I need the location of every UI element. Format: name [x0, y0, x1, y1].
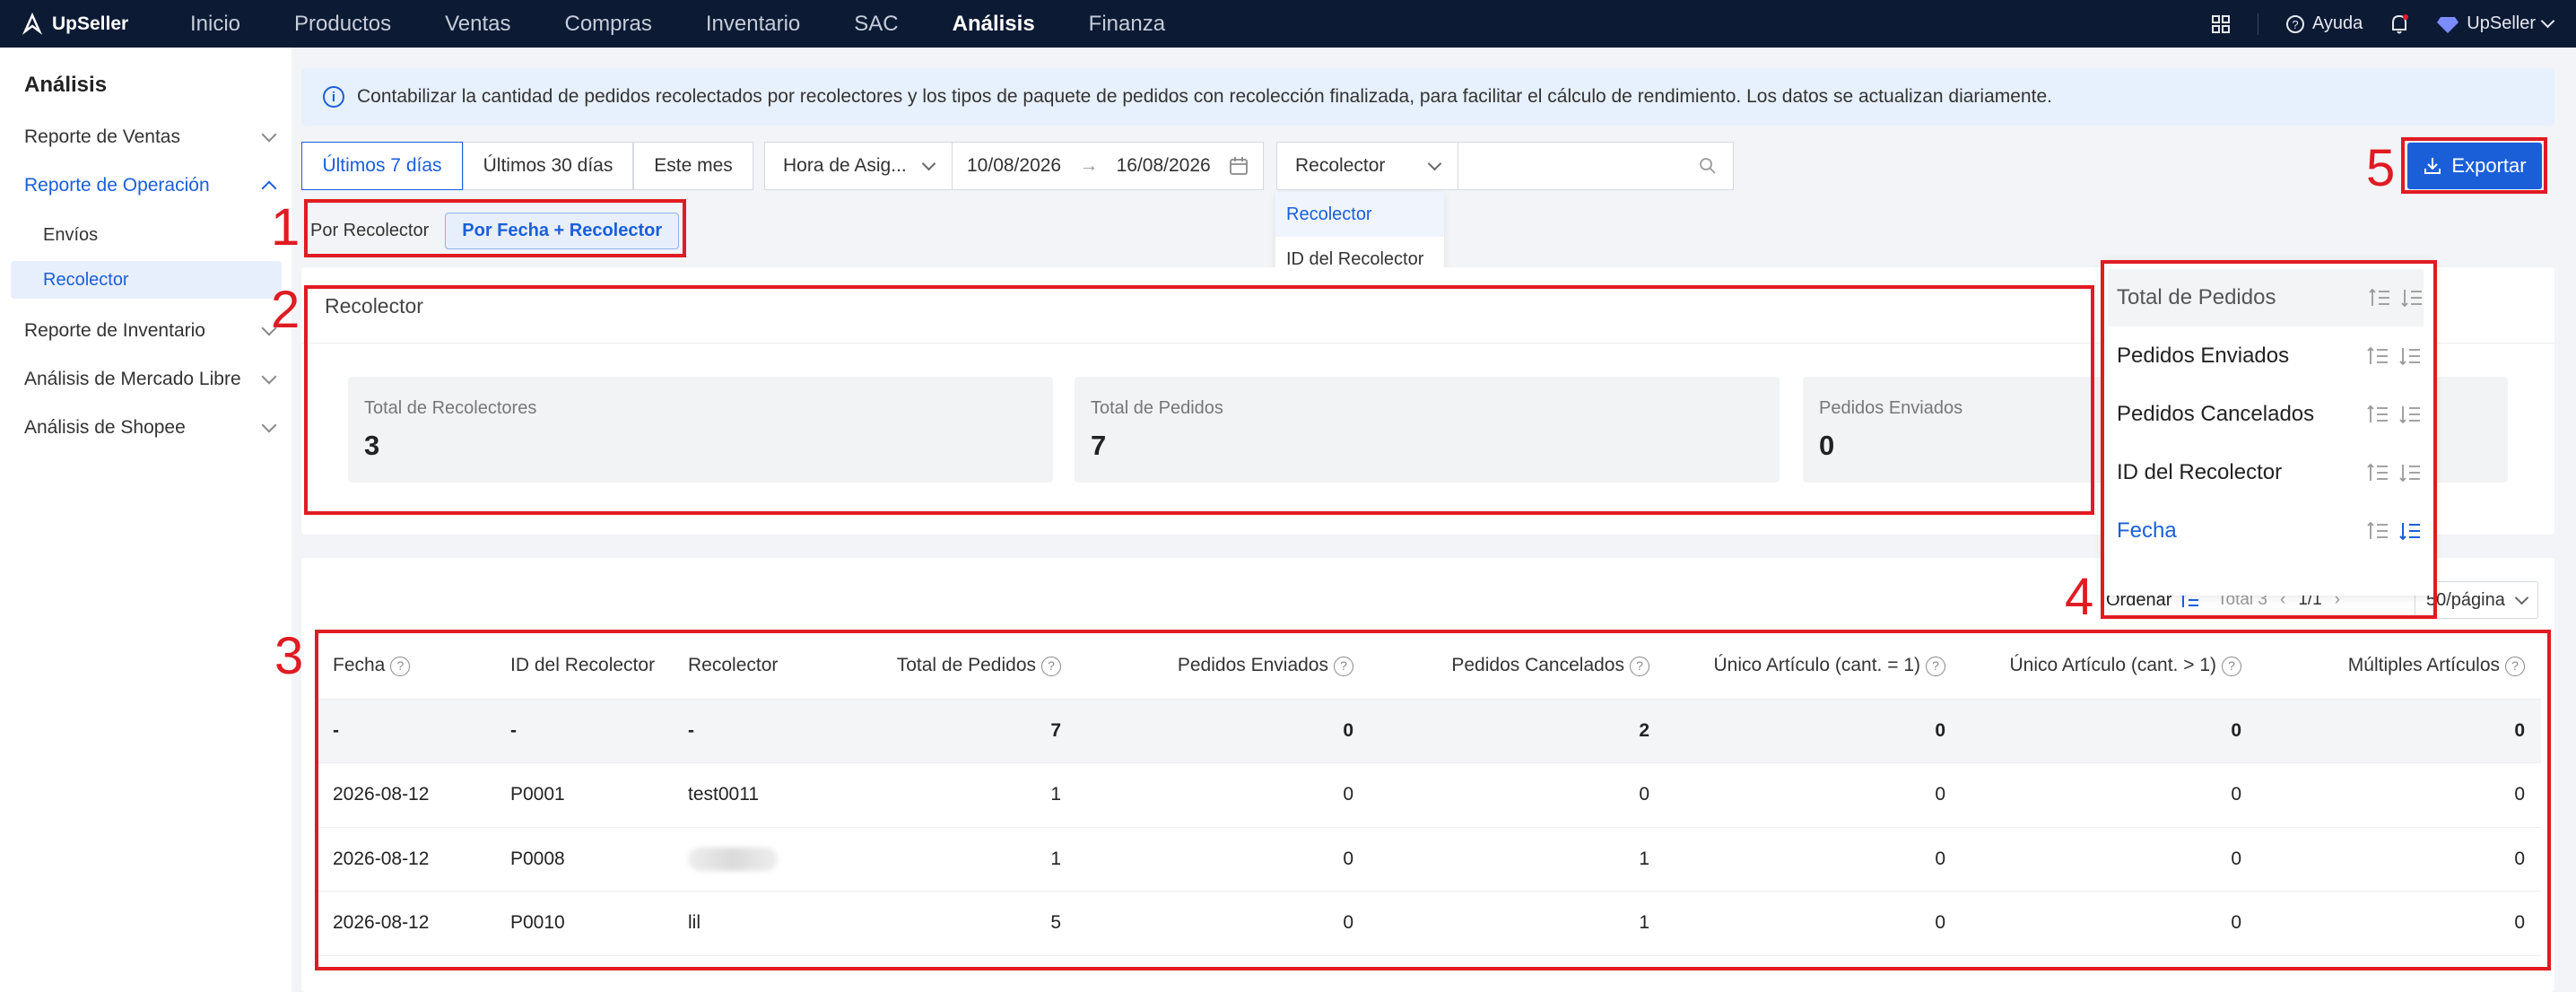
sidebar-title: Análisis: [24, 73, 108, 97]
search-input[interactable]: [1458, 142, 1734, 190]
chevron-down-icon: [2514, 590, 2529, 605]
nav-compras[interactable]: Compras: [538, 12, 679, 37]
apps-grid-icon[interactable]: [2211, 14, 2231, 34]
annotation-box-4: [2101, 260, 2437, 619]
upseller-logo-icon: [22, 12, 43, 35]
option-recolector[interactable]: Recolector: [1275, 192, 1444, 237]
help-label: Ayuda: [2311, 13, 2363, 33]
chevron-up-icon: [261, 180, 277, 196]
sidebar-item-label: Análisis de Shopee: [24, 417, 186, 438]
page-size-value: 50/página: [2426, 589, 2505, 610]
nav-inventario[interactable]: Inventario: [679, 12, 827, 37]
annotation-box-3: [315, 630, 2551, 970]
search-field-value: Recolector: [1295, 155, 1386, 176]
sidebar-item-shopee[interactable]: Análisis de Shopee: [24, 417, 280, 439]
sidebar-item-reporte-operacion[interactable]: Reporte de Operación: [24, 175, 280, 196]
top-nav: UpSeller Inicio Productos Ventas Compras…: [0, 0, 2576, 48]
sidebar-item-reporte-inventario[interactable]: Reporte de Inventario: [24, 320, 280, 342]
chevron-down-icon: [261, 417, 277, 433]
range-this-month[interactable]: Este mes: [633, 142, 753, 190]
sidebar-item-label: Reporte de Operación: [24, 175, 210, 196]
brand-name: UpSeller: [52, 13, 129, 34]
date-range-group: Últimos 7 días Últimos 30 días Este mes: [301, 142, 753, 190]
date-range-picker[interactable]: 10/08/2026 → 16/08/2026: [952, 142, 1264, 190]
annotation-box-1: [304, 199, 686, 257]
help-link[interactable]: ? Ayuda: [2285, 13, 2363, 34]
sidebar-item-mercado-libre[interactable]: Análisis de Mercado Libre: [24, 369, 280, 390]
chevron-down-icon: [921, 156, 936, 170]
range-last-7-days[interactable]: Últimos 7 días: [301, 142, 463, 190]
account-label: UpSeller: [2467, 13, 2536, 33]
range-last-30-days[interactable]: Últimos 30 días: [463, 142, 633, 190]
time-type-value: Hora de Asig...: [783, 155, 907, 176]
sidebar-item-envios[interactable]: Envíos: [43, 225, 98, 246]
nav-finanza[interactable]: Finanza: [1062, 12, 1192, 37]
sidebar-item-label: Reporte de Inventario: [24, 320, 205, 341]
annotation-number-5: 5: [2366, 139, 2396, 197]
nav-productos[interactable]: Productos: [267, 12, 418, 37]
account-menu[interactable]: UpSeller: [2436, 13, 2555, 35]
annotation-box-2: [304, 285, 2094, 515]
search-field-select[interactable]: Recolector: [1276, 142, 1458, 190]
chevron-down-icon: [1427, 156, 1442, 170]
sidebar-item-reporte-ventas[interactable]: Reporte de Ventas: [24, 126, 280, 148]
search-icon[interactable]: [1699, 157, 1717, 175]
svg-text:?: ?: [2292, 18, 2298, 31]
chevron-down-icon: [261, 369, 277, 385]
nav-analisis[interactable]: Análisis: [926, 12, 1062, 37]
date-from: 10/08/2026: [967, 155, 1062, 176]
annotation-box-5: [2401, 137, 2547, 194]
annotation-number-1: 1: [271, 198, 300, 257]
diamond-avatar-icon: [2437, 16, 2459, 33]
sidebar-item-label: Análisis de Mercado Libre: [24, 369, 241, 389]
sidebar-item-label: Reporte de Ventas: [24, 126, 180, 147]
info-icon: i: [323, 86, 344, 108]
annotation-number-4: 4: [2065, 568, 2094, 626]
info-banner-text: Contabilizar la cantidad de pedidos reco…: [357, 86, 2052, 107]
date-to: 16/08/2026: [1116, 155, 1211, 176]
annotation-number-2: 2: [271, 281, 300, 339]
chevron-down-icon: [261, 126, 277, 143]
help-icon: ?: [2285, 14, 2304, 33]
arrow-right-icon: →: [1079, 155, 1099, 176]
info-banner: i Contabilizar la cantidad de pedidos re…: [301, 68, 2554, 126]
nav-inicio[interactable]: Inicio: [163, 12, 267, 37]
sidebar: Análisis Reporte de Ventas Reporte de Op…: [0, 48, 292, 992]
nav-sac[interactable]: SAC: [827, 12, 925, 37]
brand-logo[interactable]: UpSeller: [20, 12, 163, 37]
annotation-number-3: 3: [274, 627, 304, 685]
calendar-icon: [1230, 157, 1248, 175]
sidebar-item-recolector[interactable]: Recolector: [11, 261, 282, 299]
bell-icon[interactable]: [2389, 13, 2409, 35]
nav-ventas[interactable]: Ventas: [418, 12, 537, 37]
time-type-select[interactable]: Hora de Asig...: [764, 142, 953, 190]
chevron-down-icon: [2540, 13, 2555, 29]
